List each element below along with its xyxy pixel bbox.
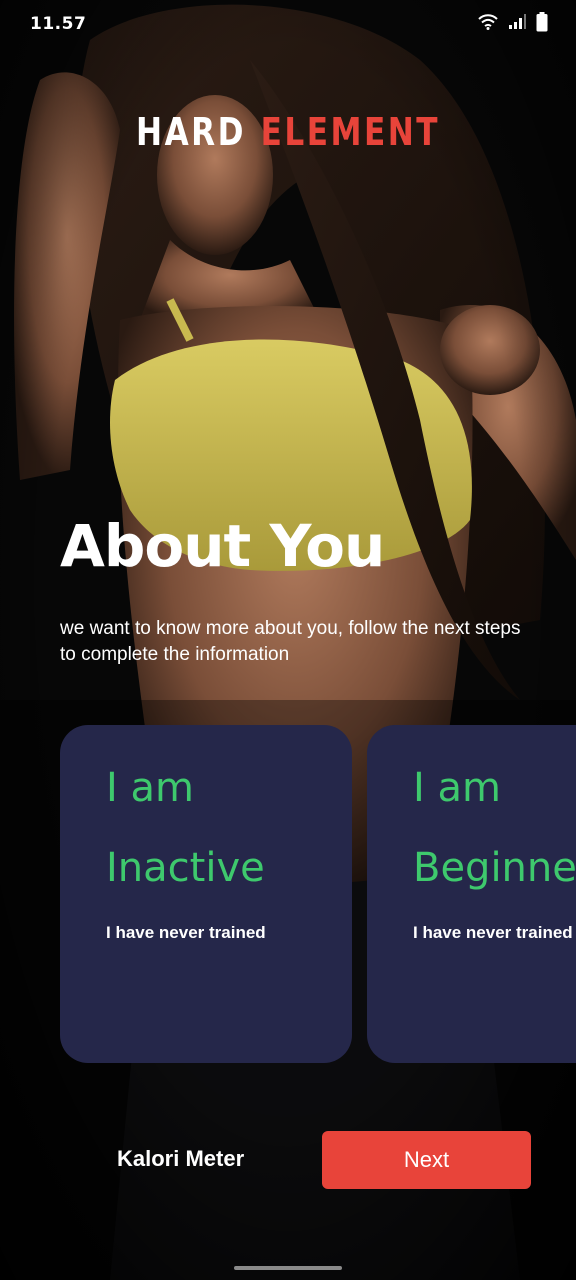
app-name-label: Kalori Meter [117, 1146, 245, 1171]
page-subtitle: we want to know more about you, follow t… [60, 618, 521, 665]
wifi-icon [478, 14, 498, 30]
next-button[interactable]: Next [322, 1131, 531, 1189]
card-heading-line2: Beginner [413, 845, 576, 891]
status-bar: 11.57 [0, 0, 576, 48]
status-time: 11.57 [30, 14, 87, 34]
level-card-beginner[interactable]: I am Beginner I have never trained [367, 725, 576, 1063]
card-description: I have never trained [106, 923, 266, 942]
card-description: I have never trained [413, 923, 573, 942]
page-title: About You [60, 512, 385, 580]
signal-icon [508, 14, 526, 30]
brand-part-element: ELEMENT [260, 110, 440, 154]
brand-logo: HARD ELEMENT [52, 110, 524, 154]
level-card-inactive[interactable]: I am Inactive I have never trained [60, 725, 352, 1063]
card-heading-line1: I am [106, 765, 194, 811]
level-card-carousel[interactable]: I am Inactive I have never trained I am … [60, 725, 576, 1063]
card-heading-line2: Inactive [106, 845, 265, 891]
card-heading-line1: I am [413, 765, 501, 811]
status-icons [478, 12, 548, 32]
battery-icon [536, 12, 548, 32]
home-indicator[interactable] [234, 1266, 342, 1270]
screen: 11.57 HARD ELEMENT About You we want to … [0, 0, 576, 1280]
brand-part-hard: HARD [136, 110, 246, 154]
